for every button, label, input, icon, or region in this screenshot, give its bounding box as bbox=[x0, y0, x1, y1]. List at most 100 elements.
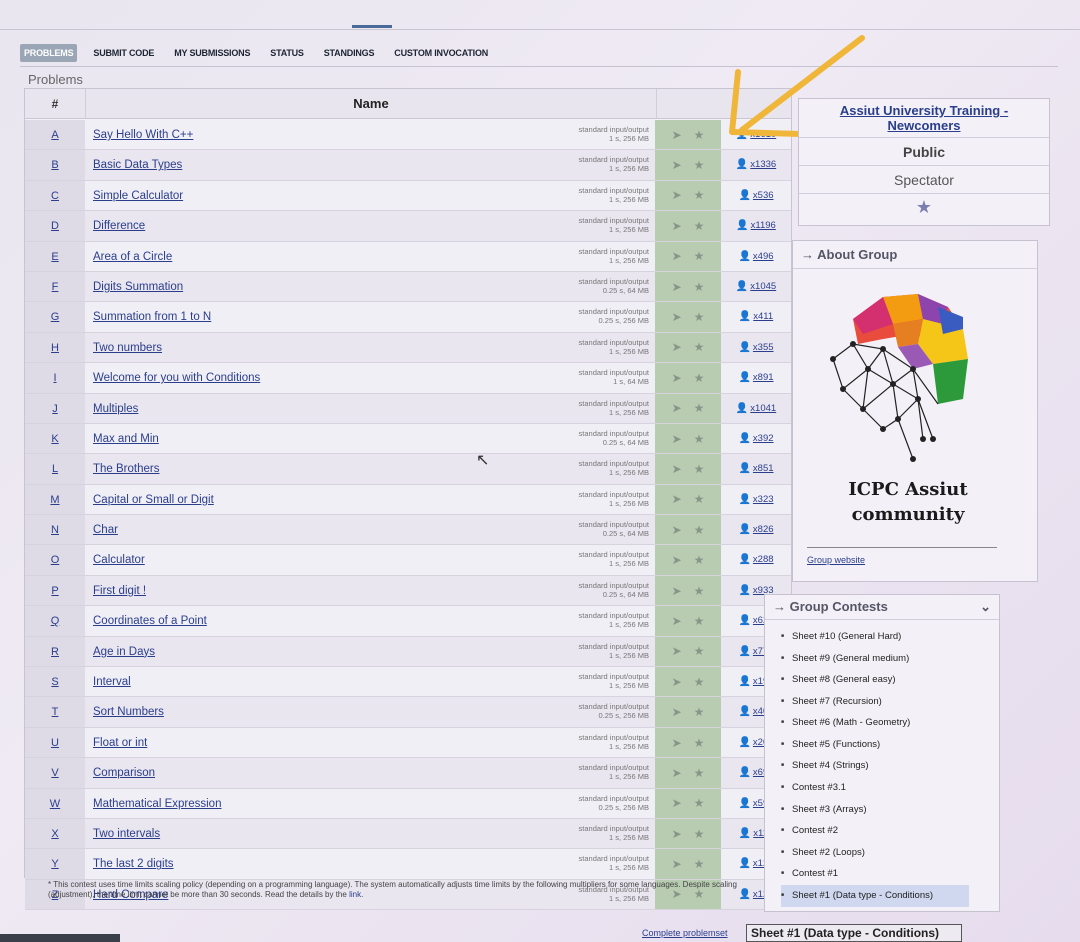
submit-icon[interactable]: ➤ bbox=[672, 675, 682, 689]
submit-icon[interactable]: ➤ bbox=[672, 371, 682, 385]
problem-index-link[interactable]: Y bbox=[51, 858, 58, 870]
submit-icon[interactable]: ➤ bbox=[672, 857, 682, 871]
problem-index-link[interactable]: J bbox=[52, 403, 58, 415]
problem-name-link[interactable]: Sort Numbers bbox=[93, 706, 164, 718]
submit-icon[interactable]: ➤ bbox=[672, 705, 682, 719]
problem-name-link[interactable]: Capital or Small or Digit bbox=[93, 494, 214, 506]
star-icon[interactable]: ★ bbox=[694, 371, 705, 385]
problem-index[interactable]: M bbox=[25, 484, 85, 515]
problem-index[interactable]: Y bbox=[25, 849, 85, 879]
solved-count-link[interactable]: x1041 bbox=[750, 403, 776, 414]
problem-name-link[interactable]: Coordinates of a Point bbox=[93, 615, 207, 627]
tab-custom-invocation[interactable]: CUSTOM INVOCATION bbox=[390, 44, 492, 62]
contest-list-item[interactable]: Sheet #10 (General Hard) bbox=[781, 626, 999, 648]
problem-index[interactable]: P bbox=[25, 575, 85, 606]
star-icon[interactable]: ★ bbox=[694, 614, 705, 628]
contest-list-item[interactable]: Sheet #9 (General medium) bbox=[781, 648, 999, 670]
solved-count-link[interactable]: x826 bbox=[753, 524, 774, 535]
submit-icon[interactable]: ➤ bbox=[672, 432, 682, 446]
submit-icon[interactable]: ➤ bbox=[672, 523, 682, 537]
submit-icon[interactable]: ➤ bbox=[672, 249, 682, 263]
problem-index-link[interactable]: L bbox=[52, 463, 58, 475]
contest-list-item[interactable]: Contest #2 bbox=[781, 820, 999, 842]
solved-count-link[interactable]: x1196 bbox=[751, 220, 776, 231]
problem-index-link[interactable]: Q bbox=[51, 615, 60, 627]
submit-icon[interactable]: ➤ bbox=[672, 796, 682, 810]
star-icon[interactable]: ★ bbox=[694, 644, 705, 658]
problem-index-link[interactable]: H bbox=[51, 342, 59, 354]
problem-name-link[interactable]: Say Hello With C++ bbox=[93, 129, 193, 141]
contest-list-item[interactable]: Contest #3.1 bbox=[781, 777, 999, 799]
star-icon[interactable]: ★ bbox=[694, 523, 705, 537]
submit-icon[interactable]: ➤ bbox=[672, 280, 682, 294]
tab-problems[interactable]: PROBLEMS bbox=[20, 44, 78, 62]
problem-name-link[interactable]: Digits Summation bbox=[93, 281, 183, 293]
submit-icon[interactable]: ➤ bbox=[672, 614, 682, 628]
star-icon[interactable]: ★ bbox=[694, 857, 705, 871]
solved-count-link[interactable]: x1045 bbox=[750, 281, 776, 292]
problem-index[interactable]: D bbox=[25, 211, 85, 241]
problem-index-link[interactable]: E bbox=[51, 251, 58, 263]
submit-icon[interactable]: ➤ bbox=[672, 584, 682, 598]
star-icon[interactable]: ★ bbox=[694, 280, 705, 294]
problem-index[interactable]: W bbox=[25, 788, 85, 818]
problem-index-link[interactable]: A bbox=[51, 129, 58, 141]
chevron-down-icon[interactable]: ⌄ bbox=[980, 599, 991, 615]
star-icon[interactable]: ★ bbox=[694, 310, 705, 324]
problem-index-link[interactable]: O bbox=[51, 554, 60, 566]
problem-index[interactable]: S bbox=[25, 667, 85, 697]
problem-name-link[interactable]: Multiples bbox=[93, 403, 138, 415]
submit-icon[interactable]: ➤ bbox=[672, 188, 682, 202]
problem-index[interactable]: E bbox=[25, 241, 85, 271]
problem-index[interactable]: A bbox=[25, 120, 85, 150]
problem-index-link[interactable]: M bbox=[50, 494, 59, 506]
contest-list-item[interactable]: Sheet #4 (Strings) bbox=[781, 755, 999, 777]
problem-index[interactable]: U bbox=[25, 727, 85, 758]
problem-index[interactable]: F bbox=[25, 271, 85, 302]
problem-index-link[interactable]: U bbox=[51, 737, 59, 749]
problem-index[interactable]: V bbox=[25, 758, 85, 788]
problem-index-link[interactable]: D bbox=[51, 220, 59, 232]
submit-icon[interactable]: ➤ bbox=[672, 492, 682, 506]
star-icon[interactable]: ★ bbox=[694, 553, 705, 567]
problem-index[interactable]: L bbox=[25, 454, 85, 484]
solved-count-link[interactable]: x536 bbox=[753, 190, 774, 201]
problem-name-link[interactable]: Difference bbox=[93, 220, 145, 232]
footnote-link[interactable]: link bbox=[349, 890, 361, 899]
star-icon[interactable]: ★ bbox=[694, 705, 705, 719]
problem-name-link[interactable]: Welcome for you with Conditions bbox=[93, 372, 260, 384]
contest-list-item[interactable]: Sheet #1 (Data type - Conditions) bbox=[781, 884, 969, 907]
problem-index-link[interactable]: N bbox=[51, 524, 59, 536]
submit-icon[interactable]: ➤ bbox=[672, 219, 682, 233]
solved-count-link[interactable]: x411 bbox=[753, 311, 773, 322]
problem-index-link[interactable]: K bbox=[51, 433, 58, 445]
problem-name-link[interactable]: Mathematical Expression bbox=[93, 798, 221, 810]
problem-index-link[interactable]: C bbox=[51, 190, 59, 202]
star-icon[interactable]: ★ bbox=[694, 766, 705, 780]
submit-icon[interactable]: ➤ bbox=[672, 401, 682, 415]
problem-name-link[interactable]: Interval bbox=[93, 676, 131, 688]
tab-submit-code[interactable]: SUBMIT CODE bbox=[89, 44, 158, 62]
star-icon[interactable]: ★ bbox=[694, 128, 705, 142]
solved-count-link[interactable]: x355 bbox=[753, 342, 774, 353]
problem-index-link[interactable]: P bbox=[51, 585, 58, 597]
problem-name-link[interactable]: Age in Days bbox=[93, 646, 155, 658]
problem-index-link[interactable]: X bbox=[51, 828, 58, 840]
problem-index[interactable]: H bbox=[25, 332, 85, 363]
problem-name-link[interactable]: Char bbox=[93, 524, 118, 536]
star-icon[interactable]: ★ bbox=[694, 401, 705, 415]
star-icon[interactable]: ★ bbox=[694, 188, 705, 202]
problem-name-link[interactable]: Two intervals bbox=[93, 828, 160, 840]
submit-icon[interactable]: ➤ bbox=[672, 462, 682, 476]
problem-name-link[interactable]: Simple Calculator bbox=[93, 190, 183, 202]
problem-name-link[interactable]: Area of a Circle bbox=[93, 251, 172, 263]
submit-icon[interactable]: ➤ bbox=[672, 553, 682, 567]
solved-count-link[interactable]: x288 bbox=[753, 554, 774, 565]
tab-status[interactable]: STATUS bbox=[266, 44, 307, 62]
problem-name-link[interactable]: Max and Min bbox=[93, 433, 159, 445]
star-icon[interactable]: ★ bbox=[694, 827, 705, 841]
contest-list-item[interactable]: Sheet #5 (Functions) bbox=[781, 734, 999, 756]
problem-index[interactable]: N bbox=[25, 515, 85, 545]
group-title[interactable]: Assiut University Training - Newcomers bbox=[799, 99, 1049, 138]
problem-index-link[interactable]: G bbox=[51, 311, 60, 323]
